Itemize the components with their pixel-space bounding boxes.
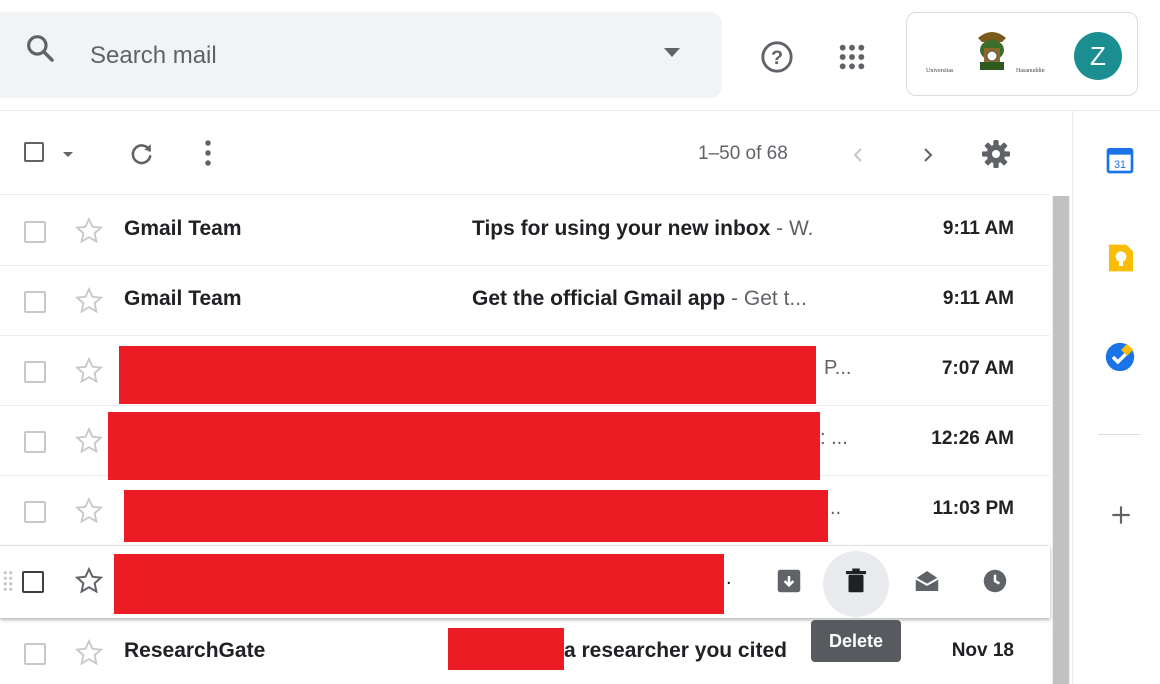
row-checkbox[interactable] [24,221,46,243]
snippet-tail: .. [830,497,842,519]
star-icon[interactable] [74,426,104,456]
subject-line: Get the official Gmail app - Get t... [472,287,807,311]
select-options-caret-icon[interactable] [63,152,73,157]
subject-line: Tips for using your new inbox - W. [472,217,813,241]
snippet-text: - Get t... [725,287,807,310]
received-time: 9:11 AM [942,288,1014,309]
mark-as-read-icon[interactable] [912,566,942,596]
redaction-block [448,628,564,670]
redaction-block [119,346,816,404]
select-all-checkbox[interactable] [24,142,44,162]
logo-left-text: Universitas [926,68,954,74]
sender-name: Gmail Team [124,287,242,310]
row-checkbox[interactable] [24,501,46,523]
scrollbar-thumb[interactable] [1053,196,1069,684]
tasks-icon[interactable] [1103,340,1137,374]
received-time: 11:03 PM [932,498,1014,519]
search-input[interactable]: Search mail [90,42,217,70]
toolbar-divider [0,194,1050,195]
drag-handle-icon[interactable] [2,570,14,592]
snippet-text: - W. [770,217,814,240]
email-row[interactable]: Gmail Team Get the official Gmail app - … [0,266,1050,336]
subject-text: Get the official Gmail app [472,287,726,310]
search-options-caret-icon[interactable] [664,48,680,57]
header-divider [0,110,1160,111]
svg-text:?: ? [771,47,783,69]
logo-right-text: Hasanuddin [1016,68,1045,74]
more-vert-icon[interactable] [202,138,214,168]
help-icon[interactable]: ? [760,40,794,74]
snippet-tail: : ... [820,427,848,449]
star-icon[interactable] [74,216,104,246]
row-checkbox[interactable] [24,291,46,313]
star-icon[interactable] [74,356,104,386]
redaction-block [108,412,820,480]
refresh-icon[interactable] [128,140,156,168]
chevron-right-icon[interactable] [918,142,938,168]
star-icon[interactable] [74,286,104,316]
email-row[interactable]: Gmail Team Tips for using your new inbox… [0,196,1050,266]
snippet-tail: . [726,567,732,589]
svg-text:31: 31 [1114,159,1126,171]
snooze-clock-icon[interactable] [980,566,1010,596]
delete-tooltip: Delete [811,620,901,662]
received-time: 9:11 AM [942,218,1014,239]
archive-icon[interactable] [774,566,804,596]
search-icon[interactable] [24,32,56,64]
star-icon[interactable] [74,638,104,668]
star-icon[interactable] [74,566,104,596]
snippet-tail: P... [824,357,852,379]
subject-text: Tips for using your new inbox [472,217,771,240]
redaction-block [124,490,828,542]
side-panel-divider [1098,434,1140,435]
row-checkbox[interactable] [24,643,46,665]
redaction-block [114,554,724,614]
trash-icon[interactable] [841,566,871,596]
pagination-text: 1–50 of 68 [698,143,788,164]
row-checkbox[interactable] [24,431,46,453]
row-checkbox[interactable] [24,361,46,383]
star-icon[interactable] [74,496,104,526]
sender-name: ResearchGate [124,639,266,662]
keep-icon[interactable] [1106,242,1136,274]
side-panel [1072,111,1160,684]
received-time: 7:07 AM [941,358,1014,379]
subject-line: a researcher you cited [564,639,787,662]
calendar-icon[interactable]: 31 [1104,144,1136,176]
received-time: Nov 18 [951,640,1014,661]
settings-gear-icon[interactable] [980,138,1012,170]
sender-name: Gmail Team [124,217,242,240]
row-checkbox[interactable] [22,571,44,593]
chevron-left-icon[interactable] [848,142,868,168]
add-addon-icon[interactable] [1108,502,1134,528]
received-time: 12:26 AM [931,428,1014,449]
university-logo: Universitas Hasanuddin [926,32,1045,74]
apps-grid-icon[interactable] [836,41,868,73]
avatar[interactable]: Z [1074,32,1122,80]
